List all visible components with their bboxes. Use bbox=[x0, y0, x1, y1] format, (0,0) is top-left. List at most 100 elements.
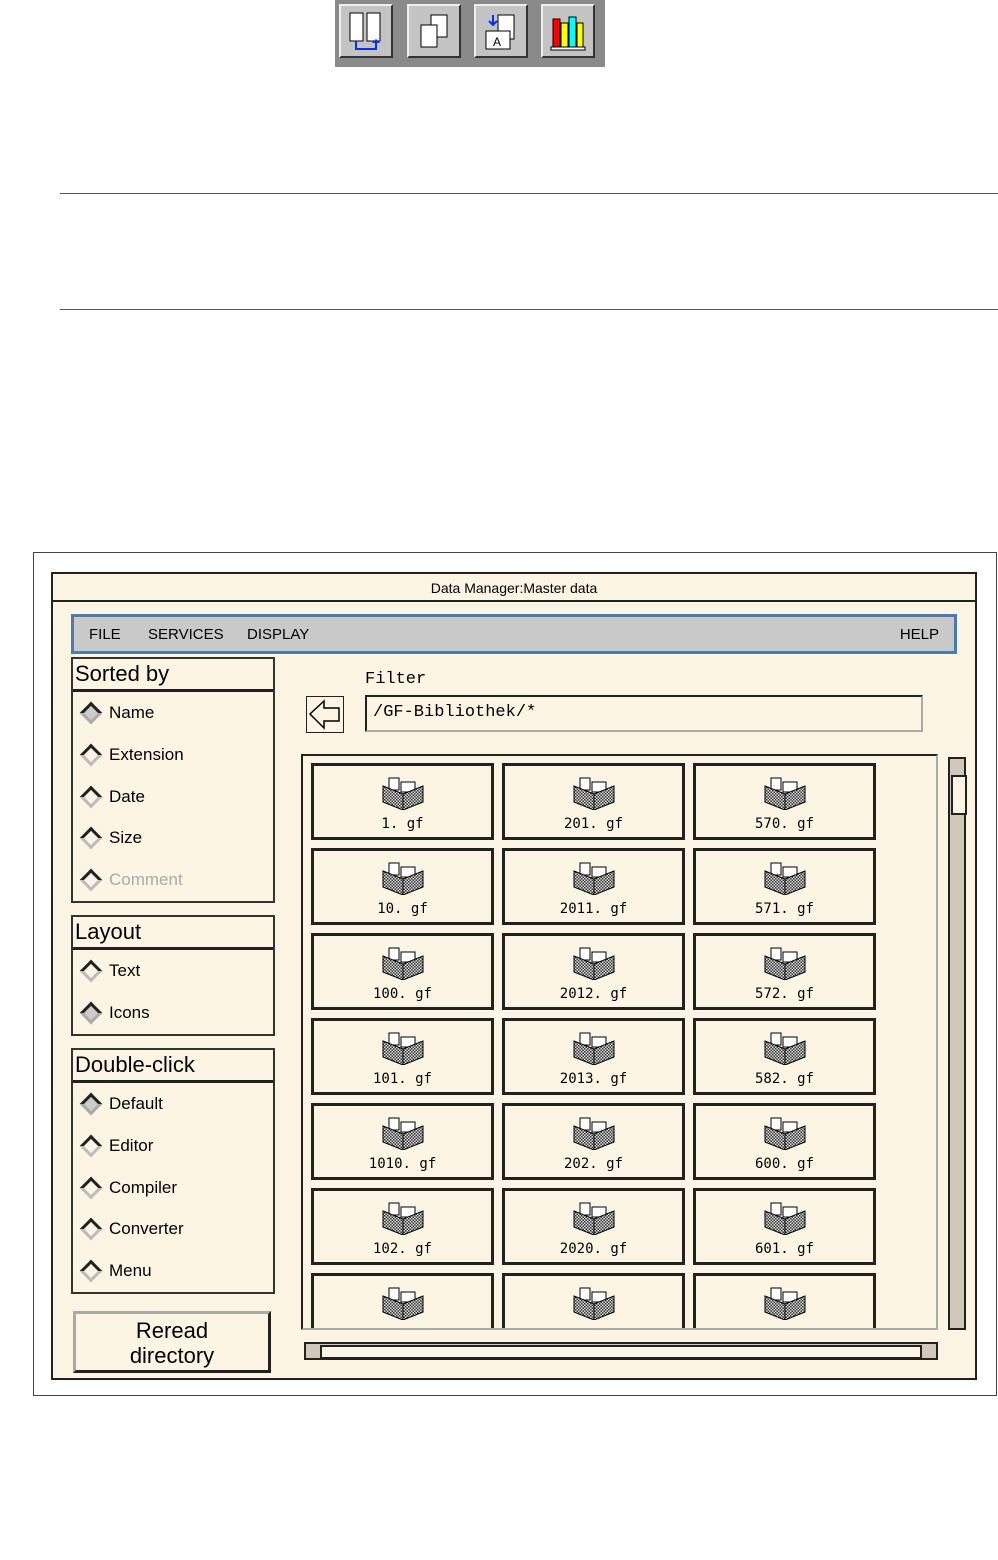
file-tile[interactable]: 600. gf bbox=[693, 1103, 876, 1180]
file-tile[interactable] bbox=[693, 1273, 876, 1328]
radio-label: Converter bbox=[109, 1219, 184, 1238]
radio-icon bbox=[79, 959, 103, 983]
filter-label: Filter bbox=[365, 670, 427, 689]
radio-name[interactable]: Name bbox=[79, 701, 155, 725]
file-box-icon bbox=[764, 777, 805, 811]
file-tile[interactable]: 2011. gf bbox=[502, 848, 685, 925]
toolbar: A bbox=[335, 0, 605, 67]
file-box-icon bbox=[382, 1202, 423, 1236]
radio-text[interactable]: Text bbox=[79, 959, 141, 983]
file-name: 100. gf bbox=[372, 986, 432, 1002]
menu-display[interactable]: DISPLAY bbox=[247, 626, 309, 643]
copy-pages-button[interactable] bbox=[407, 4, 461, 58]
file-box-icon bbox=[764, 947, 805, 981]
file-tile[interactable]: 2012. gf bbox=[502, 933, 685, 1010]
radio-comment: Comment bbox=[79, 868, 183, 892]
back-button[interactable] bbox=[306, 696, 344, 733]
group-title: Layout bbox=[73, 917, 273, 950]
radio-label: Compiler bbox=[109, 1178, 178, 1197]
file-box-icon bbox=[573, 947, 614, 981]
radio-label: Text bbox=[109, 961, 141, 980]
file-box-icon bbox=[573, 1287, 614, 1321]
file-tile[interactable]: 2020. gf bbox=[502, 1188, 685, 1265]
file-name: 582. gf bbox=[754, 1071, 814, 1087]
file-tile[interactable]: 102. gf bbox=[311, 1188, 494, 1265]
menu-help[interactable]: HELP bbox=[900, 626, 939, 643]
radio-icon bbox=[79, 826, 103, 850]
file-tile[interactable] bbox=[502, 1273, 685, 1328]
copy-pages-icon bbox=[420, 14, 448, 48]
radio-extension[interactable]: Extension bbox=[79, 743, 184, 767]
radio-compiler[interactable]: Compiler bbox=[79, 1176, 178, 1200]
radio-menu[interactable]: Menu bbox=[79, 1259, 152, 1283]
file-name: 2011. gf bbox=[559, 901, 628, 917]
file-name: 101. gf bbox=[372, 1071, 432, 1087]
file-box-icon bbox=[764, 1032, 805, 1066]
divider bbox=[60, 309, 998, 310]
file-name: 10. gf bbox=[377, 901, 428, 917]
radio-converter[interactable]: Converter bbox=[79, 1217, 184, 1241]
file-tile[interactable]: 582. gf bbox=[693, 1018, 876, 1095]
file-tile[interactable]: 1010. gf bbox=[311, 1103, 494, 1180]
file-tile[interactable]: 572. gf bbox=[693, 933, 876, 1010]
menu-file[interactable]: FILE bbox=[89, 626, 121, 643]
file-box-icon bbox=[573, 777, 614, 811]
file-box-icon bbox=[764, 1287, 805, 1321]
split-view-button[interactable] bbox=[339, 4, 393, 58]
file-box-icon bbox=[573, 1032, 614, 1066]
file-name: 2013. gf bbox=[559, 1071, 628, 1087]
file-box-icon bbox=[764, 1202, 805, 1236]
menu-services[interactable]: SERVICES bbox=[148, 626, 224, 643]
data-manager-window: Data Manager:Master data FILE SERVICES D… bbox=[51, 572, 977, 1380]
svg-text:A: A bbox=[493, 35, 501, 49]
file-box-icon bbox=[573, 1202, 614, 1236]
radio-icon bbox=[79, 785, 103, 809]
radio-label: Comment bbox=[109, 870, 183, 889]
radio-label: Date bbox=[109, 787, 145, 806]
file-box-icon bbox=[382, 1287, 423, 1321]
file-tile[interactable]: 202. gf bbox=[502, 1103, 685, 1180]
reread-directory-button[interactable]: Reread directory bbox=[73, 1311, 271, 1373]
replace-document-icon: A bbox=[485, 14, 515, 50]
vertical-scrollbar[interactable] bbox=[948, 757, 967, 1330]
file-tile[interactable]: 101. gf bbox=[311, 1018, 494, 1095]
file-tile[interactable]: 1. gf bbox=[311, 763, 494, 840]
radio-label: Name bbox=[109, 703, 155, 722]
file-tile[interactable]: 571. gf bbox=[693, 848, 876, 925]
group-title: Sorted by bbox=[73, 659, 273, 692]
file-name: 102. gf bbox=[372, 1241, 432, 1257]
radio-label: Extension bbox=[109, 745, 184, 764]
split-view-icon bbox=[349, 12, 381, 50]
radio-editor[interactable]: Editor bbox=[79, 1134, 153, 1158]
radio-label: Icons bbox=[109, 1003, 150, 1022]
file-tile[interactable]: 601. gf bbox=[693, 1188, 876, 1265]
file-box-icon bbox=[764, 862, 805, 896]
replace-document-button[interactable]: A bbox=[474, 4, 528, 58]
radio-default[interactable]: Default bbox=[79, 1092, 163, 1116]
radio-icons[interactable]: Icons bbox=[79, 1001, 150, 1025]
library-books-icon bbox=[550, 16, 586, 51]
library-button[interactable] bbox=[541, 4, 595, 58]
filter-input[interactable]: /GF-Bibliothek/* bbox=[365, 695, 923, 732]
file-box-icon bbox=[382, 862, 423, 896]
file-tile[interactable]: 10. gf bbox=[311, 848, 494, 925]
radio-icon bbox=[79, 1176, 103, 1200]
file-tile[interactable]: 201. gf bbox=[502, 763, 685, 840]
file-tile[interactable]: 100. gf bbox=[311, 933, 494, 1010]
radio-date[interactable]: Date bbox=[79, 785, 145, 809]
file-name: 202. gf bbox=[563, 1156, 623, 1172]
scroll-thumb[interactable] bbox=[951, 775, 967, 815]
file-tile[interactable]: 570. gf bbox=[693, 763, 876, 840]
file-box-icon bbox=[573, 862, 614, 896]
file-name: 601. gf bbox=[754, 1241, 814, 1257]
divider bbox=[60, 193, 998, 194]
scroll-thumb[interactable] bbox=[320, 1345, 922, 1359]
radio-size[interactable]: Size bbox=[79, 826, 142, 850]
radio-icon bbox=[79, 1217, 103, 1241]
horizontal-scrollbar[interactable] bbox=[304, 1342, 938, 1360]
file-tile[interactable] bbox=[311, 1273, 494, 1328]
file-name: 201. gf bbox=[563, 816, 623, 832]
file-tile[interactable]: 2013. gf bbox=[502, 1018, 685, 1095]
file-name: 600. gf bbox=[754, 1156, 814, 1172]
file-box-icon bbox=[382, 777, 423, 811]
